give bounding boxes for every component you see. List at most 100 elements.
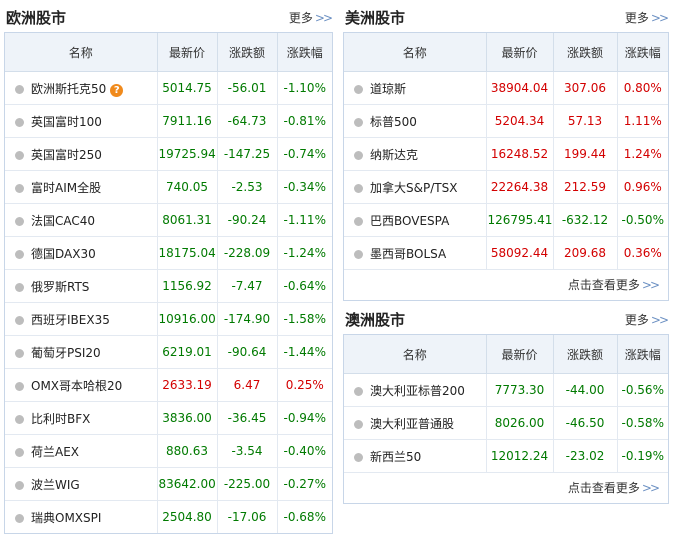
table-row[interactable]: 墨西哥BOLSA 58092.44 209.68 0.36% — [344, 236, 668, 269]
table-row[interactable]: 纳斯达克 16248.52 199.44 1.24% — [344, 137, 668, 171]
table-row[interactable]: 澳大利亚普通股 8026.00 -46.50 -0.58% — [344, 406, 668, 440]
australia-more-link[interactable]: 更多 >> — [625, 311, 669, 328]
america-more-link[interactable]: 更多 >> — [625, 9, 669, 26]
table-row[interactable]: 澳大利亚标普200 7773.30 -44.00 -0.56% — [344, 373, 668, 407]
index-name[interactable]: 英国富时250 — [31, 148, 102, 162]
last-price-cell: 8061.31 — [156, 203, 217, 237]
index-name[interactable]: 比利时BFX — [31, 412, 90, 426]
index-name-cell[interactable]: 波兰WIG — [5, 467, 157, 501]
index-name[interactable]: 纳斯达克 — [370, 148, 418, 162]
index-name-cell[interactable]: 巴西BOVESPA — [344, 203, 486, 237]
index-name[interactable]: OMX哥本哈根20 — [31, 379, 122, 393]
europe-more-link[interactable]: 更多 >> — [288, 9, 333, 26]
america-footer-link[interactable]: 点击查看更多 >> — [344, 269, 668, 300]
index-name[interactable]: 富时AIM全股 — [31, 181, 101, 195]
table-row[interactable]: 新西兰50 12012.24 -23.02 -0.19% — [344, 439, 668, 472]
table-row[interactable]: 巴西BOVESPA 126795.41 -632.12 -0.50% — [344, 203, 668, 237]
index-name-cell[interactable]: 英国富时100 — [5, 104, 157, 138]
europe-col-change: 涨跌额 — [216, 33, 277, 72]
index-name[interactable]: 巴西BOVESPA — [370, 214, 449, 228]
index-name-cell[interactable]: 欧洲斯托克50? — [5, 71, 157, 105]
australia-section: 澳洲股市 更多 >> 名称 最新价 涨跌额 涨跌幅 澳大利亚标普200 7773.30 -4… — [343, 302, 669, 504]
index-name-cell[interactable]: 道琼斯 — [344, 71, 486, 105]
question-mark-icon[interactable]: ? — [110, 83, 124, 97]
index-name-cell[interactable]: 葡萄牙PSI20 — [5, 335, 157, 369]
index-name[interactable]: 德国DAX30 — [31, 247, 96, 261]
index-name-cell[interactable]: 荷兰AEX — [5, 434, 157, 468]
index-name[interactable]: 加拿大S&P/TSX — [370, 181, 457, 195]
change-amount-cell: -44.00 — [552, 373, 617, 407]
index-name-cell[interactable]: 德国DAX30 — [5, 236, 157, 270]
index-name[interactable]: 荷兰AEX — [31, 445, 79, 459]
table-row[interactable]: OMX哥本哈根20 2633.19 6.47 0.25% — [5, 368, 332, 402]
table-row[interactable]: 道琼斯 38904.04 307.06 0.80% — [344, 71, 668, 105]
index-name[interactable]: 波兰WIG — [31, 478, 80, 492]
index-name-cell[interactable]: 澳大利亚标普200 — [344, 373, 486, 407]
index-name-cell[interactable]: 新西兰50 — [344, 439, 486, 472]
last-price-cell: 6219.01 — [156, 335, 217, 369]
index-name-cell[interactable]: 英国富时250 — [5, 137, 157, 171]
index-name[interactable]: 英国富时100 — [31, 115, 102, 129]
table-row[interactable]: 德国DAX30 18175.04 -228.09 -1.24% — [5, 236, 332, 270]
table-row[interactable]: 欧洲斯托克50? 5014.75 -56.01 -1.10% — [5, 71, 332, 105]
table-row[interactable]: 西班牙IBEX35 10916.00 -174.90 -1.58% — [5, 302, 332, 336]
index-name[interactable]: 澳大利亚标普200 — [370, 384, 465, 398]
table-row[interactable]: 法国CAC40 8061.31 -90.24 -1.11% — [5, 203, 332, 237]
index-name[interactable]: 西班牙IBEX35 — [31, 313, 110, 327]
table-row[interactable]: 富时AIM全股 740.05 -2.53 -0.34% — [5, 170, 332, 204]
index-name[interactable]: 欧洲斯托克50 — [31, 82, 106, 96]
index-name-cell[interactable]: 瑞典OMXSPI — [5, 500, 157, 533]
change-amount-cell: -64.73 — [216, 104, 277, 138]
australia-footer-link[interactable]: 点击查看更多 >> — [344, 472, 668, 503]
index-name[interactable]: 标普500 — [370, 115, 417, 129]
table-row[interactable]: 波兰WIG 83642.00 -225.00 -0.27% — [5, 467, 332, 501]
index-name[interactable]: 葡萄牙PSI20 — [31, 346, 101, 360]
table-row[interactable]: 加拿大S&P/TSX 22264.38 212.59 0.96% — [344, 170, 668, 204]
index-name[interactable]: 道琼斯 — [370, 82, 406, 96]
change-percent-cell: 0.36% — [616, 236, 668, 269]
index-name-cell[interactable]: OMX哥本哈根20 — [5, 368, 157, 402]
table-row[interactable]: 比利时BFX 3836.00 -36.45 -0.94% — [5, 401, 332, 435]
table-row[interactable]: 瑞典OMXSPI 2504.80 -17.06 -0.68% — [5, 500, 332, 533]
index-name[interactable]: 俄罗斯RTS — [31, 280, 89, 294]
last-price-cell: 38904.04 — [485, 71, 553, 105]
table-row[interactable]: 葡萄牙PSI20 6219.01 -90.64 -1.44% — [5, 335, 332, 369]
table-row[interactable]: 俄罗斯RTS 1156.92 -7.47 -0.64% — [5, 269, 332, 303]
index-name-cell[interactable]: 纳斯达克 — [344, 137, 486, 171]
index-name-cell[interactable]: 比利时BFX — [5, 401, 157, 435]
index-name-cell[interactable]: 标普500 — [344, 104, 486, 138]
index-name-cell[interactable]: 加拿大S&P/TSX — [344, 170, 486, 204]
change-percent-cell: 0.80% — [616, 71, 668, 105]
last-price-cell: 18175.04 — [156, 236, 217, 270]
index-name[interactable]: 澳大利亚普通股 — [370, 417, 454, 431]
index-name-cell[interactable]: 俄罗斯RTS — [5, 269, 157, 303]
index-name-cell[interactable]: 西班牙IBEX35 — [5, 302, 157, 336]
last-price-cell: 1156.92 — [156, 269, 217, 303]
table-row[interactable]: 标普500 5204.34 57.13 1.11% — [344, 104, 668, 138]
index-name-cell[interactable]: 墨西哥BOLSA — [344, 236, 486, 269]
index-name[interactable]: 新西兰50 — [370, 450, 421, 464]
australia-col-change: 涨跌额 — [552, 335, 617, 374]
europe-section: 欧洲股市 更多 >> 名称 最新价 涨跌额 涨跌幅 欧洲斯托克50? 5014.75 -56… — [4, 0, 333, 534]
last-price-cell: 7911.16 — [156, 104, 217, 138]
europe-more-label: 更多 — [288, 11, 313, 25]
europe-col-name: 名称 — [5, 33, 157, 72]
index-name[interactable]: 法国CAC40 — [31, 214, 95, 228]
index-name[interactable]: 墨西哥BOLSA — [370, 247, 446, 261]
gray-dot-icon — [15, 381, 24, 391]
index-name[interactable]: 瑞典OMXSPI — [31, 511, 101, 525]
change-percent-cell: -0.40% — [276, 434, 332, 468]
change-percent-cell: 0.25% — [276, 368, 332, 402]
table-row[interactable]: 英国富时100 7911.16 -64.73 -0.81% — [5, 104, 332, 138]
australia-footer-label: 点击查看更多 — [567, 481, 640, 495]
gray-dot-icon — [354, 183, 363, 193]
change-percent-cell: -1.24% — [276, 236, 332, 270]
index-name-cell[interactable]: 富时AIM全股 — [5, 170, 157, 204]
australia-table-header: 名称 最新价 涨跌额 涨跌幅 — [344, 335, 668, 374]
change-percent-cell: -0.74% — [276, 137, 332, 171]
table-row[interactable]: 荷兰AEX 880.63 -3.54 -0.40% — [5, 434, 332, 468]
index-name-cell[interactable]: 法国CAC40 — [5, 203, 157, 237]
gray-dot-icon — [15, 282, 24, 292]
index-name-cell[interactable]: 澳大利亚普通股 — [344, 406, 486, 440]
table-row[interactable]: 英国富时250 19725.94 -147.25 -0.74% — [5, 137, 332, 171]
